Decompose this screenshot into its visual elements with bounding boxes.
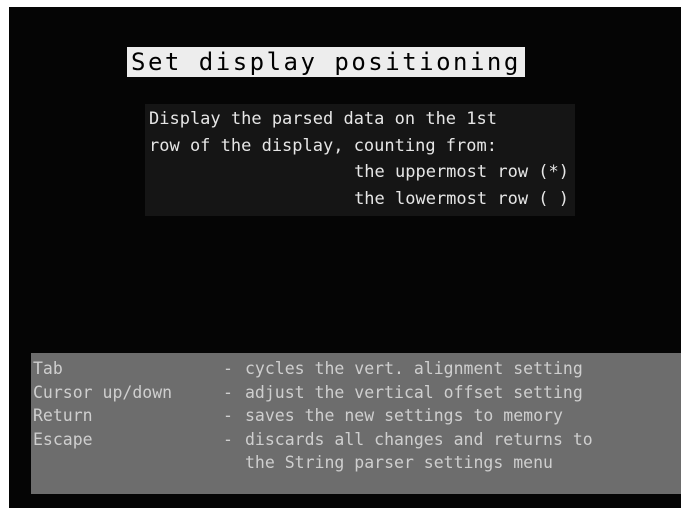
help-text: saves the new settings to memory bbox=[245, 406, 563, 425]
option-uppermost-row[interactable]: the uppermost row (*) bbox=[145, 159, 575, 186]
option-lowermost-row[interactable]: the lowermost row ( ) bbox=[145, 186, 575, 213]
help-text-continuation: the String parser settings menu bbox=[245, 453, 553, 472]
help-text: cycles the vert. alignment setting bbox=[245, 359, 583, 378]
help-key: Return bbox=[33, 406, 93, 425]
keyboard-help-panel: Tab - cycles the vert. alignment setting… bbox=[31, 353, 681, 494]
help-text: adjust the vertical offset setting bbox=[245, 382, 583, 402]
description-line-2: row of the display, counting from: bbox=[149, 135, 497, 156]
terminal-screen: Set display positioning Display the pars… bbox=[9, 7, 681, 508]
help-key: Escape bbox=[33, 429, 93, 449]
help-row-tab: Tab - cycles the vert. alignment setting bbox=[31, 357, 681, 381]
help-separator: - bbox=[223, 429, 233, 449]
help-row-return: Return - saves the new settings to memor… bbox=[31, 404, 681, 428]
description-line-1: Display the parsed data on the 1st bbox=[149, 109, 497, 129]
help-separator: - bbox=[223, 359, 233, 378]
description-panel: Display the parsed data on the 1st row o… bbox=[145, 104, 575, 216]
help-key: Tab bbox=[33, 359, 63, 378]
help-row-cursor: Cursor up/down - adjust the vertical off… bbox=[31, 381, 681, 405]
help-separator: - bbox=[223, 382, 233, 402]
page-title: Set display positioning bbox=[127, 47, 525, 77]
help-separator: - bbox=[223, 406, 233, 425]
help-row-escape: Escape - discards all changes and return… bbox=[31, 428, 681, 452]
help-text: discards all changes and returns to bbox=[245, 429, 593, 449]
help-key: Cursor up/down bbox=[33, 382, 173, 402]
